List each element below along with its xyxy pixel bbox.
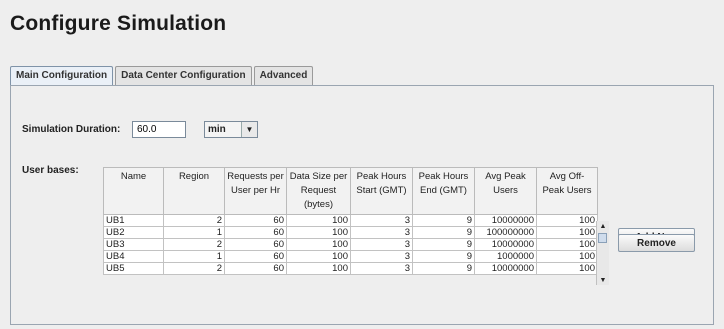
table-cell[interactable]: 9 xyxy=(412,250,475,263)
column-header-peak-start[interactable]: Peak Hours Start (GMT) xyxy=(350,167,413,215)
table-cell[interactable]: 9 xyxy=(412,262,475,275)
user-bases-label: User bases: xyxy=(22,165,79,176)
column-header-avg-peak-users[interactable]: Avg Peak Users xyxy=(474,167,537,215)
tab-data-center-configuration[interactable]: Data Center Configuration xyxy=(115,66,252,85)
table-cell[interactable]: 60 xyxy=(224,226,287,239)
table-cell[interactable]: 1 xyxy=(163,250,225,263)
table-cell[interactable]: 60 xyxy=(224,214,287,227)
table-cell[interactable]: 100 xyxy=(286,238,351,251)
table-cell[interactable]: 100000000 xyxy=(474,226,537,239)
table-cell[interactable]: 100 xyxy=(536,250,598,263)
table-cell[interactable]: 10000000 xyxy=(474,262,537,275)
table-cell[interactable]: UB3 xyxy=(103,238,164,251)
duration-unit-value: min xyxy=(208,124,226,135)
column-header-avg-offpeak-users[interactable]: Avg Off-Peak Users xyxy=(536,167,598,215)
table-cell[interactable]: 1000000 xyxy=(474,250,537,263)
chevron-down-icon: ▼ xyxy=(241,122,257,137)
table-cell[interactable]: 100 xyxy=(286,262,351,275)
table-cell[interactable]: 1 xyxy=(163,226,225,239)
table-cell[interactable]: 3 xyxy=(350,238,413,251)
table-cell[interactable]: 2 xyxy=(163,214,225,227)
table-cell[interactable]: 9 xyxy=(412,214,475,227)
tab-bar: Main Configuration Data Center Configura… xyxy=(10,66,315,86)
table-cell[interactable]: UB4 xyxy=(103,250,164,263)
table-cell[interactable]: UB5 xyxy=(103,262,164,275)
column-header-region[interactable]: Region xyxy=(163,167,225,215)
table-cell[interactable]: UB1 xyxy=(103,214,164,227)
table-cell[interactable]: 60 xyxy=(224,262,287,275)
table-cell[interactable]: 3 xyxy=(350,250,413,263)
table-cell[interactable]: 9 xyxy=(412,226,475,239)
column-header-requests-per-user[interactable]: Requests per User per Hr xyxy=(224,167,287,215)
table-header-row: Name Region Requests per User per Hr Dat… xyxy=(103,167,598,215)
page-title: Configure Simulation xyxy=(10,12,227,35)
tab-main-configuration[interactable]: Main Configuration xyxy=(10,66,114,86)
column-header-name[interactable]: Name xyxy=(103,167,164,215)
table-cell[interactable]: 60 xyxy=(224,250,287,263)
user-bases-table: Name Region Requests per User per Hr Dat… xyxy=(103,167,598,275)
table-cell[interactable]: UB2 xyxy=(103,226,164,239)
table-cell[interactable]: 100 xyxy=(536,262,598,275)
table-cell[interactable]: 10000000 xyxy=(474,238,537,251)
table-row[interactable]: UB3 2 60 100 3 9 10000000 100 xyxy=(103,238,598,251)
table-cell[interactable]: 3 xyxy=(350,214,413,227)
simulation-duration-input[interactable] xyxy=(132,121,186,138)
simulation-duration-label: Simulation Duration: xyxy=(22,124,121,135)
scroll-down-arrow-icon[interactable]: ▼ xyxy=(597,275,609,285)
table-cell[interactable]: 100 xyxy=(536,238,598,251)
table-cell[interactable]: 100 xyxy=(536,214,598,227)
table-cell[interactable]: 10000000 xyxy=(474,214,537,227)
column-header-data-size[interactable]: Data Size per Request (bytes) xyxy=(286,167,351,215)
remove-button[interactable]: Remove xyxy=(618,234,695,252)
table-cell[interactable]: 2 xyxy=(163,262,225,275)
scrollbar-thumb[interactable] xyxy=(598,233,607,243)
table-cell[interactable]: 100 xyxy=(286,226,351,239)
table-row[interactable]: UB2 1 60 100 3 9 100000000 100 xyxy=(103,226,598,239)
table-row[interactable]: UB5 2 60 100 3 9 10000000 100 xyxy=(103,262,598,275)
table-cell[interactable]: 60 xyxy=(224,238,287,251)
table-cell[interactable]: 3 xyxy=(350,226,413,239)
table-scrollbar[interactable]: ▲ ▼ xyxy=(596,221,609,285)
table-row[interactable]: UB1 2 60 100 3 9 10000000 100 xyxy=(103,214,598,227)
table-cell[interactable]: 3 xyxy=(350,262,413,275)
table-cell[interactable]: 2 xyxy=(163,238,225,251)
tab-advanced[interactable]: Advanced xyxy=(253,66,314,85)
table-cell[interactable]: 100 xyxy=(286,250,351,263)
table-cell[interactable]: 100 xyxy=(536,226,598,239)
column-header-peak-end[interactable]: Peak Hours End (GMT) xyxy=(412,167,475,215)
table-row[interactable]: UB4 1 60 100 3 9 1000000 100 xyxy=(103,250,598,263)
duration-unit-select[interactable]: min ▼ xyxy=(204,121,258,138)
table-cell[interactable]: 9 xyxy=(412,238,475,251)
scroll-up-arrow-icon[interactable]: ▲ xyxy=(597,221,609,231)
table-cell[interactable]: 100 xyxy=(286,214,351,227)
